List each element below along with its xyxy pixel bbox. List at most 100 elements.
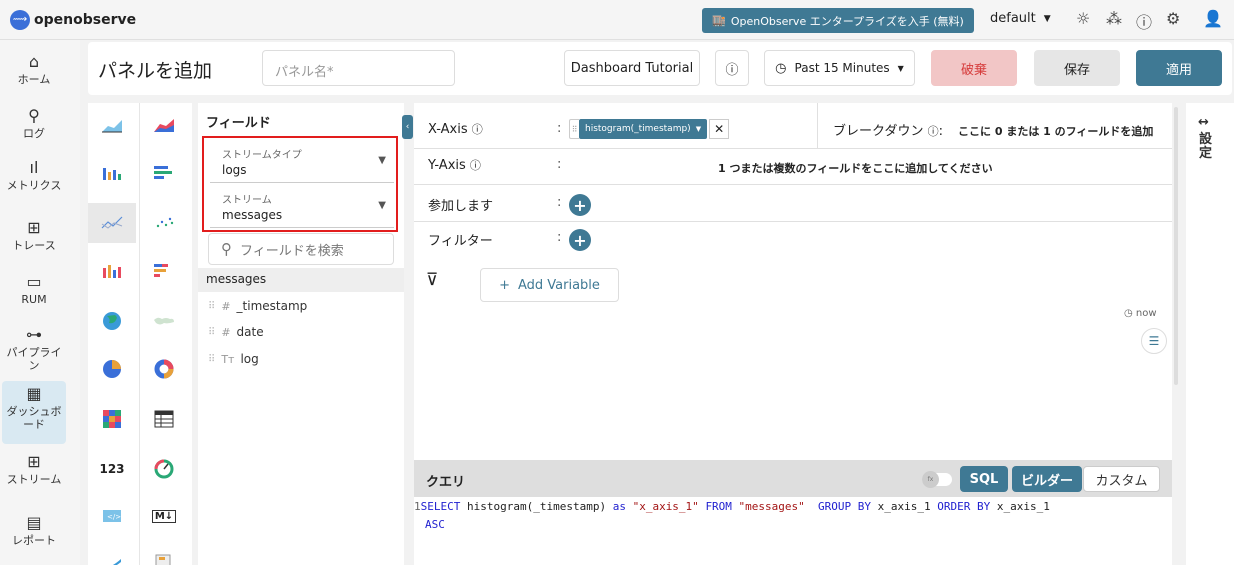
chip-label[interactable]: histogram(_timestamp) ▼ bbox=[579, 119, 708, 139]
field-item[interactable]: ⠿ # date bbox=[208, 325, 264, 339]
pie-chart-icon[interactable] bbox=[88, 349, 136, 389]
drag-handle-icon[interactable]: ⠿ bbox=[208, 354, 215, 365]
sankey-icon[interactable] bbox=[88, 543, 136, 565]
donut-chart-icon[interactable] bbox=[140, 349, 188, 389]
field-item[interactable]: ⠿ # _timestamp bbox=[208, 299, 307, 313]
stacked-horizontal-bar-icon[interactable] bbox=[140, 251, 188, 291]
nav-logs[interactable]: ⚲ ログ bbox=[2, 107, 66, 140]
filter-label: フィルター bbox=[428, 234, 493, 249]
nav-traces[interactable]: ⊞ トレース bbox=[2, 219, 66, 252]
fx-icon: fx bbox=[922, 471, 939, 488]
logo-icon: ⟿ bbox=[10, 9, 30, 30]
user-icon[interactable]: 👤 bbox=[1203, 9, 1223, 28]
nav-home[interactable]: ⌂ ホーム bbox=[2, 53, 66, 86]
info-button[interactable]: ⓘ bbox=[715, 50, 749, 86]
search-icon: ⚲ bbox=[221, 240, 232, 258]
nav-dashboard[interactable]: ▦ ダッシュボード bbox=[2, 381, 66, 444]
last-refresh-time: ◷ now bbox=[1124, 308, 1157, 319]
drag-handle-icon[interactable]: ⠿ bbox=[569, 119, 579, 139]
table-icon[interactable] bbox=[140, 399, 188, 439]
field-item[interactable]: ⠿ Tт log bbox=[208, 352, 259, 366]
report-icon: ▤ bbox=[26, 513, 42, 532]
caret-down-icon: ▼ bbox=[1043, 13, 1051, 24]
add-join-button[interactable]: + bbox=[569, 194, 591, 216]
world-map-icon[interactable] bbox=[140, 301, 188, 341]
collapse-fields-button[interactable]: ‹ bbox=[402, 115, 413, 139]
caret-down-icon: ▼ bbox=[897, 63, 904, 73]
markdown-icon[interactable]: M↓ bbox=[140, 496, 188, 536]
help-icon[interactable]: ⓘ bbox=[1136, 9, 1152, 33]
expand-horizontal-icon: ↔ bbox=[1198, 115, 1209, 130]
get-enterprise-button[interactable]: 🏬 OpenObserve エンタープライズを入手 (無料) bbox=[702, 8, 974, 33]
nav-pipeline[interactable]: ⊶ パイプライン bbox=[2, 326, 66, 372]
org-selector[interactable]: default ▼ bbox=[990, 11, 1051, 26]
field-name: log bbox=[240, 352, 259, 366]
apply-button[interactable]: 適用 bbox=[1136, 50, 1222, 86]
query-bar: クエリ fx SQL ビルダー カスタム bbox=[414, 460, 1172, 497]
info-icon: ⓘ bbox=[471, 123, 483, 136]
trace-icon: ⊞ bbox=[27, 218, 41, 237]
info-icon: ⓘ bbox=[927, 125, 939, 138]
drag-handle-icon[interactable]: ⠿ bbox=[208, 301, 215, 312]
drag-handle-icon[interactable]: ⠿ bbox=[208, 327, 215, 338]
discard-button[interactable]: 破棄 bbox=[931, 50, 1017, 86]
panel-name-input[interactable]: パネル名* bbox=[262, 50, 455, 86]
horizontal-bar-icon[interactable] bbox=[140, 153, 188, 193]
line-chart-icon[interactable] bbox=[88, 203, 136, 243]
nav-reports[interactable]: ▤ レポート bbox=[2, 514, 66, 547]
info-icon: ⓘ bbox=[469, 159, 481, 172]
metric-number-icon[interactable]: 123 bbox=[88, 449, 136, 489]
dashboard-tutorial-button[interactable]: Dashboard Tutorial bbox=[564, 50, 700, 86]
heatmap-icon[interactable] bbox=[88, 399, 136, 439]
field-search-input[interactable]: ⚲ フィールドを検索 bbox=[208, 233, 394, 265]
logo-text: openobserve bbox=[34, 11, 137, 28]
stream-select[interactable]: ストリーム messages ▼ bbox=[210, 185, 394, 228]
settings-sidebar[interactable]: ↔ 設定 bbox=[1186, 103, 1234, 565]
bar-chart-icon[interactable] bbox=[88, 153, 136, 193]
scrollbar[interactable] bbox=[1174, 107, 1178, 385]
nav-streams-label: ストリーム bbox=[6, 473, 62, 486]
builder-mode-button[interactable]: ビルダー bbox=[1012, 466, 1082, 492]
remove-icon[interactable]: ✕ bbox=[709, 119, 730, 139]
join-label: 参加します bbox=[428, 199, 494, 214]
stacked-area-icon[interactable] bbox=[140, 105, 188, 145]
scatter-chart-icon[interactable] bbox=[140, 203, 188, 243]
time-range-picker[interactable]: ◷ Past 15 Minutes ▼ bbox=[764, 50, 915, 86]
geo-map-icon[interactable] bbox=[88, 301, 136, 341]
settings-gear-icon[interactable]: ⚙ bbox=[1166, 9, 1180, 28]
add-variable-button[interactable]: + Add Variable bbox=[480, 268, 619, 302]
gauge-icon[interactable] bbox=[140, 449, 188, 489]
sql-token: x_axis_1 bbox=[990, 500, 1050, 513]
sql-string: "x_axis_1" bbox=[625, 500, 706, 513]
area-chart-icon[interactable] bbox=[88, 105, 136, 145]
custom-mode-button[interactable]: カスタム bbox=[1083, 466, 1160, 492]
nav-rum[interactable]: ▭ RUM bbox=[2, 273, 66, 306]
query-toggle[interactable]: fx bbox=[922, 471, 952, 488]
legend-toggle-button[interactable]: ☰ bbox=[1141, 328, 1167, 354]
stacked-bar-icon[interactable] bbox=[88, 251, 136, 291]
code-line: 1SELECT histogram(_timestamp) as "x_axis… bbox=[414, 498, 1172, 516]
nav-streams[interactable]: ⊞ ストリーム bbox=[2, 453, 66, 486]
sql-keyword: SELECT bbox=[420, 500, 461, 513]
slack-icon[interactable]: ⁂ bbox=[1106, 9, 1122, 28]
nav-metrics[interactable]: ıl メトリクス bbox=[2, 159, 66, 192]
logo[interactable]: ⟿ openobserve bbox=[10, 9, 137, 30]
sql-keyword: as bbox=[612, 500, 626, 513]
html-icon[interactable]: </> bbox=[88, 496, 136, 536]
custom-chart-icon[interactable] bbox=[140, 543, 188, 565]
x-axis-field-chip[interactable]: ⠿ histogram(_timestamp) ▼ ✕ bbox=[569, 118, 730, 140]
y-axis-row: Y-Axis ⓘ : 1 つまたは複数のフィールドをここに追加してください bbox=[414, 149, 1172, 185]
plus-icon: + bbox=[499, 277, 510, 293]
sql-keyword: GROUP BY bbox=[818, 500, 872, 513]
breakdown-label: ブレークダウン ⓘ: bbox=[833, 124, 944, 139]
sql-token: histogram(_timestamp) bbox=[460, 500, 613, 513]
save-button[interactable]: 保存 bbox=[1034, 50, 1120, 86]
colon: : bbox=[557, 121, 562, 136]
sql-editor[interactable]: 1SELECT histogram(_timestamp) as "x_axis… bbox=[414, 498, 1172, 534]
sql-mode-button[interactable]: SQL bbox=[960, 466, 1008, 492]
nav-dashboard-label: ダッシュボード bbox=[6, 405, 62, 431]
theme-toggle-icon[interactable]: ☼ bbox=[1076, 9, 1090, 28]
sql-keyword: ORDER BY bbox=[937, 500, 991, 513]
add-filter-button[interactable]: + bbox=[569, 229, 591, 251]
stream-type-select[interactable]: ストリームタイプ logs ▼ bbox=[210, 140, 394, 183]
